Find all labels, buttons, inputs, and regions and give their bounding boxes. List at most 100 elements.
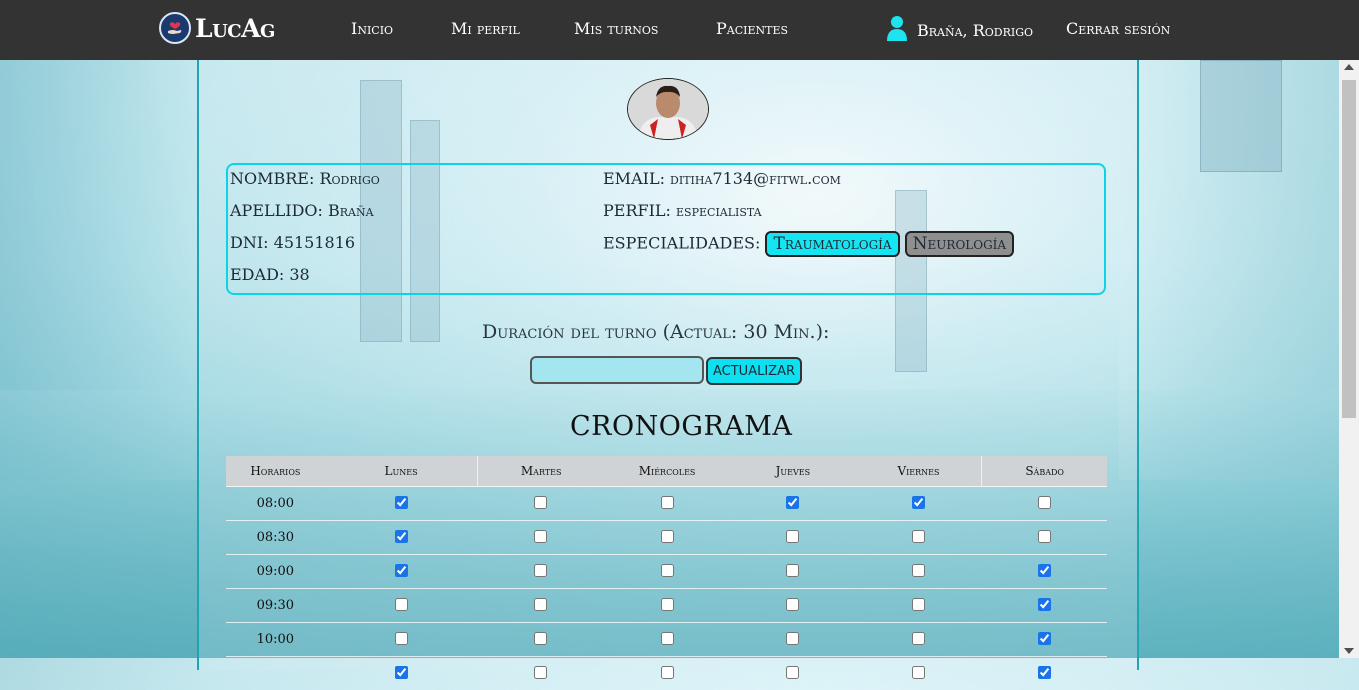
slot-checkbox[interactable]: [661, 598, 674, 611]
slot-checkbox[interactable]: [912, 598, 925, 611]
table-row: 08:00: [226, 487, 1107, 521]
nav-link-inicio[interactable]: Inicio: [351, 19, 393, 38]
profile-info-box: NOMBRE: Rodrigo APELLIDO: Braña DNI: 451…: [226, 163, 1106, 295]
slot-checkbox[interactable]: [395, 632, 408, 645]
perfil-value: especialista: [676, 201, 762, 220]
dni-value: 45151816: [274, 233, 355, 252]
slot-checkbox[interactable]: [786, 632, 799, 645]
actualizar-button[interactable]: ACTUALIZAR: [706, 357, 802, 385]
slot-cell: [856, 521, 982, 555]
scroll-down-icon[interactable]: [1344, 648, 1354, 654]
slot-cell: [730, 657, 855, 690]
slot-checkbox[interactable]: [1038, 530, 1051, 543]
slot-cell: [982, 657, 1107, 690]
hour-cell: 08:00: [226, 487, 325, 521]
slot-checkbox[interactable]: [395, 598, 408, 611]
slot-checkbox[interactable]: [534, 530, 547, 543]
slot-cell: [325, 555, 478, 589]
left-wall: [0, 60, 200, 480]
table-row: 09:00: [226, 555, 1107, 589]
nav-link-mis-turnos[interactable]: Mis turnos: [574, 19, 658, 38]
top-navbar: LucAg Inicio Mi perfil Mis turnos Pacien…: [0, 0, 1359, 60]
slot-cell: [730, 487, 855, 521]
table-row: 08:30: [226, 521, 1107, 555]
especialidad-chip-neurologia[interactable]: Neurología: [905, 231, 1014, 257]
slot-checkbox[interactable]: [786, 530, 799, 543]
slot-cell: [478, 589, 604, 623]
slot-checkbox[interactable]: [534, 496, 547, 509]
logout-link[interactable]: Cerrar sesión: [1066, 19, 1170, 38]
slot-cell: [325, 521, 478, 555]
page-scrollbar[interactable]: [1339, 60, 1359, 658]
slot-checkbox[interactable]: [661, 564, 674, 577]
user-menu[interactable]: Braña, Rodrigo: [887, 15, 1033, 45]
nav-link-mi-perfil[interactable]: Mi perfil: [451, 19, 520, 38]
apellido-label: APELLIDO:: [230, 201, 323, 220]
slot-checkbox[interactable]: [395, 496, 408, 509]
slot-checkbox[interactable]: [395, 530, 408, 543]
slot-checkbox[interactable]: [912, 496, 925, 509]
slot-cell: [730, 589, 855, 623]
slot-checkbox[interactable]: [534, 564, 547, 577]
hour-cell: 10:00: [226, 623, 325, 657]
slot-checkbox[interactable]: [1038, 632, 1051, 645]
brand[interactable]: LucAg: [159, 12, 275, 44]
slot-cell: [478, 657, 604, 690]
slot-checkbox[interactable]: [661, 632, 674, 645]
nav-link-pacientes[interactable]: Pacientes: [716, 19, 788, 38]
slot-checkbox[interactable]: [395, 564, 408, 577]
slot-checkbox[interactable]: [661, 530, 674, 543]
duracion-input[interactable]: [530, 356, 704, 384]
slot-cell: [856, 623, 982, 657]
slot-cell: [856, 589, 982, 623]
slot-checkbox[interactable]: [912, 530, 925, 543]
duracion-label: Duración del turno (Actual: 30 Min.):: [482, 321, 829, 343]
edad-row: EDAD: 38: [230, 265, 310, 284]
slot-cell: [982, 487, 1107, 521]
wall-cabinet: [1200, 60, 1282, 172]
slot-cell: [325, 487, 478, 521]
slot-cell: [478, 555, 604, 589]
slot-checkbox[interactable]: [395, 666, 408, 679]
slot-checkbox[interactable]: [786, 496, 799, 509]
slot-checkbox[interactable]: [1038, 666, 1051, 679]
slot-checkbox[interactable]: [1038, 598, 1051, 611]
slot-cell: [856, 487, 982, 521]
heart-hand-logo-icon: [159, 12, 191, 44]
header-viernes: Viernes: [856, 456, 982, 487]
slot-cell: [478, 521, 604, 555]
slot-cell: [730, 623, 855, 657]
slot-checkbox[interactable]: [1038, 564, 1051, 577]
slot-checkbox[interactable]: [1038, 496, 1051, 509]
slot-checkbox[interactable]: [534, 666, 547, 679]
header-martes: Martes: [478, 456, 604, 487]
user-icon: [887, 15, 907, 45]
slot-checkbox[interactable]: [786, 666, 799, 679]
table-header-row: Horarios Lunes Martes Miércoles Jueves V…: [226, 456, 1107, 487]
slot-cell: [478, 487, 604, 521]
especialidades-label: ESPECIALIDADES:: [603, 234, 760, 253]
slot-cell: [604, 623, 730, 657]
right-wall: [1119, 60, 1339, 480]
slot-checkbox[interactable]: [661, 666, 674, 679]
slot-cell: [478, 623, 604, 657]
slot-cell: [604, 487, 730, 521]
especialidad-chip-traumatologia[interactable]: Traumatología: [765, 231, 899, 257]
slot-checkbox[interactable]: [912, 632, 925, 645]
nombre-label: NOMBRE:: [230, 169, 314, 188]
slot-cell: [982, 521, 1107, 555]
slot-checkbox[interactable]: [661, 496, 674, 509]
slot-checkbox[interactable]: [912, 564, 925, 577]
slot-checkbox[interactable]: [534, 598, 547, 611]
profile-avatar: [627, 78, 709, 140]
scroll-thumb[interactable]: [1342, 80, 1356, 418]
slot-cell: [982, 623, 1107, 657]
slot-checkbox[interactable]: [912, 666, 925, 679]
table-row: [226, 657, 1107, 690]
slot-checkbox[interactable]: [534, 632, 547, 645]
scroll-up-icon[interactable]: [1344, 64, 1354, 70]
slot-checkbox[interactable]: [786, 564, 799, 577]
hour-cell: [226, 657, 325, 690]
apellido-value: Braña: [328, 201, 374, 220]
slot-checkbox[interactable]: [786, 598, 799, 611]
